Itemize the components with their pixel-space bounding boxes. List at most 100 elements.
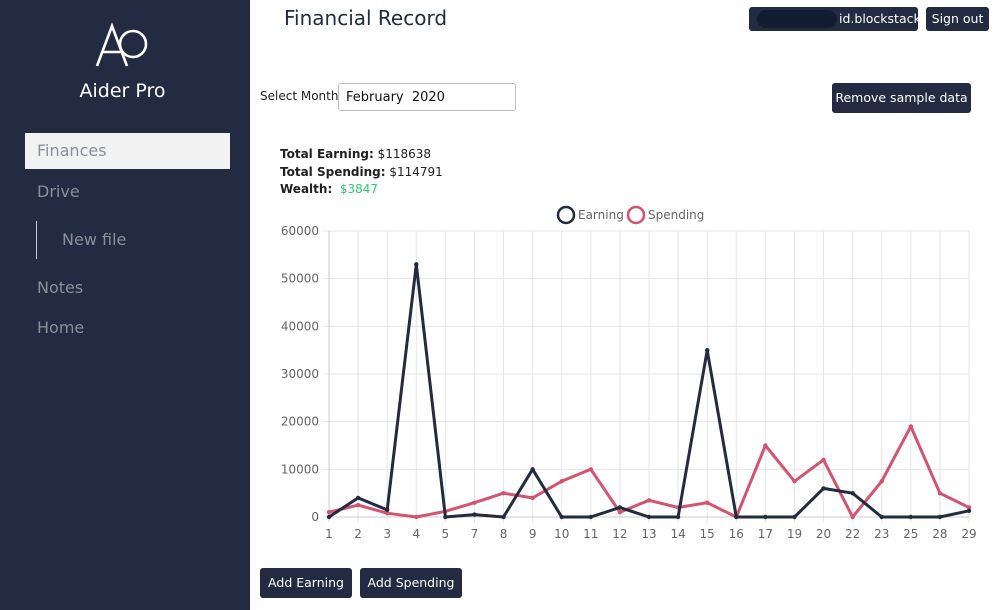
data-point-spending: [501, 490, 506, 496]
data-point-earning: [675, 514, 681, 520]
logo-icon: [95, 22, 148, 67]
x-tick-label: 11: [583, 527, 598, 541]
total-spending-value: $114791: [389, 164, 443, 179]
data-point-spending: [908, 424, 914, 429]
data-point-earning: [908, 514, 914, 520]
x-tick-label: 19: [787, 527, 802, 541]
data-point-spending: [326, 510, 332, 515]
data-point-earning: [734, 514, 739, 520]
data-point-earning: [966, 508, 972, 514]
sidebar-item-notes[interactable]: Notes: [25, 270, 230, 306]
data-point-earning: [646, 514, 652, 520]
legend-marker-earning: [556, 205, 576, 225]
remove-sample-data-button[interactable]: Remove sample data: [832, 83, 971, 113]
x-tick-label: 9: [529, 527, 537, 541]
x-tick-label: 22: [845, 527, 860, 541]
select-month-label: Select Month: [260, 89, 339, 103]
data-point-spending: [937, 490, 943, 496]
data-point-spending: [530, 495, 535, 501]
x-tick-label: 16: [729, 527, 744, 541]
totals-summary: Total Earning: $118638 Total Spending: $…: [280, 146, 443, 199]
x-tick-label: 8: [500, 527, 508, 541]
y-tick-label: 30000: [281, 367, 319, 381]
add-earning-button[interactable]: Add Earning: [260, 568, 352, 598]
total-earning-row: Total Earning: $118638: [280, 146, 443, 164]
data-point-spending: [704, 500, 710, 505]
data-point-spending: [559, 479, 564, 484]
x-tick-label: 12: [612, 527, 627, 541]
legend-marker-spending: [626, 205, 646, 225]
data-point-earning: [559, 514, 564, 520]
data-point-earning: [850, 490, 855, 496]
data-point-earning: [443, 514, 448, 520]
total-earning-label: Total Earning:: [280, 147, 374, 161]
data-point-earning: [617, 505, 623, 510]
data-point-earning: [763, 514, 768, 520]
total-earning-value: $118638: [377, 147, 432, 161]
y-tick-label: 0: [311, 510, 319, 524]
data-point-spending: [821, 457, 826, 462]
page-title: Financial Record: [284, 6, 448, 30]
y-tick-label: 10000: [281, 462, 319, 476]
data-point-spending: [763, 443, 768, 448]
data-point-spending: [414, 514, 419, 520]
data-point-earning: [472, 512, 477, 517]
data-point-spending: [879, 479, 884, 484]
x-tick-label: 3: [383, 527, 391, 541]
y-tick-label: 40000: [281, 319, 319, 333]
app-name: Aider Pro: [79, 80, 166, 102]
data-point-spending: [850, 514, 855, 520]
wealth-value: $3847: [339, 182, 379, 196]
x-tick-label: 15: [700, 527, 715, 541]
x-tick-label: 20: [816, 527, 831, 541]
data-point-earning: [821, 486, 826, 491]
x-tick-label: 25: [903, 527, 918, 541]
y-tick-label: 20000: [281, 415, 319, 429]
x-tick-label: 2: [354, 527, 362, 541]
data-point-earning: [704, 347, 710, 353]
data-point-spending: [617, 510, 623, 515]
data-point-earning: [384, 507, 390, 513]
data-point-spending: [588, 467, 594, 472]
redacted-username: [757, 10, 837, 28]
x-tick-label: 5: [442, 527, 450, 541]
finance-line-chart: 60000500004000030000200001000001 2 3 4 5 7 8 9 1…: [281, 205, 977, 541]
x-tick-label: 13: [641, 527, 656, 541]
y-tick-label: 50000: [281, 272, 319, 286]
month-input[interactable]: [338, 83, 516, 111]
add-spending-button[interactable]: Add Spending: [360, 568, 462, 598]
total-spending-label: Total Spending:: [280, 164, 386, 179]
sidebar-item-new-file[interactable]: New file: [36, 221, 126, 259]
sidebar: Aider Pro Finances Drive New file Notes …: [0, 0, 250, 610]
x-tick-label: 29: [961, 527, 976, 541]
x-tick-label: 1: [325, 527, 333, 541]
data-point-earning: [937, 514, 943, 520]
legend-label-spending: Spending: [648, 208, 704, 222]
data-point-earning: [879, 514, 884, 520]
data-point-spending: [646, 498, 652, 503]
sidebar-item-drive[interactable]: Drive: [25, 174, 230, 210]
data-point-earning: [588, 514, 594, 520]
user-account-button[interactable]: id.blockstack: [749, 7, 921, 31]
data-point-spending: [355, 502, 361, 508]
total-spending-row: Total Spending: $114791: [280, 164, 443, 182]
data-point-earning: [792, 514, 797, 520]
x-tick-label: 4: [412, 527, 420, 541]
data-point-earning: [326, 514, 332, 520]
sidebar-item-finances[interactable]: Finances: [25, 133, 230, 169]
data-point-earning: [501, 514, 506, 520]
wealth-row: Wealth: $3847: [280, 181, 443, 199]
x-tick-label: 28: [932, 527, 947, 541]
sidebar-item-home[interactable]: Home: [25, 310, 230, 346]
wealth-label: Wealth:: [280, 182, 333, 196]
x-tick-label: 7: [471, 527, 479, 541]
sign-out-button[interactable]: Sign out: [926, 7, 989, 31]
data-point-earning: [355, 495, 361, 501]
data-point-spending: [472, 500, 477, 505]
data-point-earning: [414, 262, 419, 267]
data-point-earning: [530, 467, 535, 472]
user-id-label: id.blockstack: [839, 11, 921, 26]
x-tick-label: 23: [874, 527, 889, 541]
legend-label-earning: Earning: [578, 208, 624, 222]
x-tick-label: 17: [758, 527, 773, 541]
